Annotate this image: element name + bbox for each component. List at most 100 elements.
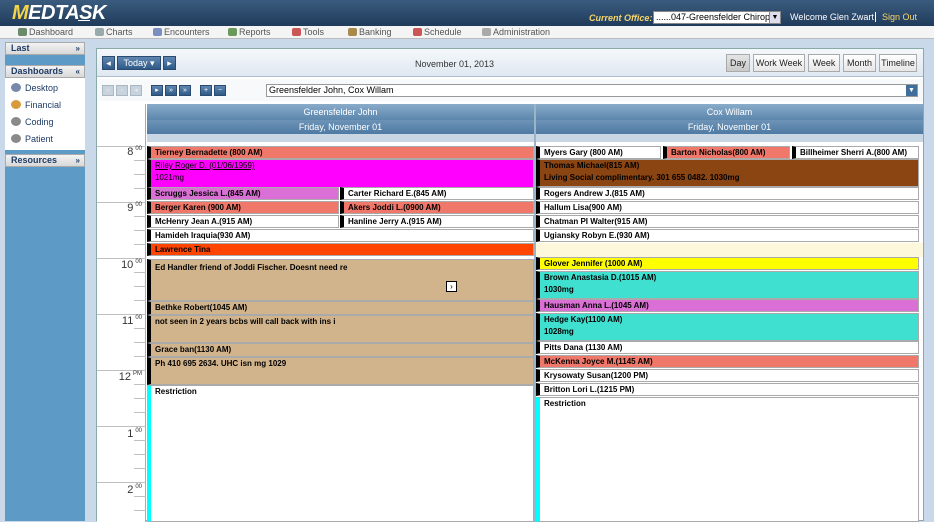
chevron-down-icon[interactable]: ▼	[906, 85, 917, 96]
hour-line	[97, 426, 146, 427]
menu-schedule[interactable]: Schedule	[413, 27, 462, 37]
menu-dashboard[interactable]: Dashboard	[18, 27, 73, 37]
tick	[134, 230, 146, 231]
sidebar-item-coding[interactable]: Coding	[5, 114, 85, 131]
add-icon[interactable]: +	[200, 85, 212, 96]
appointment[interactable]: Pitts Dana (1130 AM)	[536, 341, 919, 354]
next-icon[interactable]: ▸	[151, 85, 163, 96]
appointment[interactable]: Hedge Kay(1100 AM) 1028mg	[536, 313, 919, 341]
current-office-label: Current Office:	[589, 13, 653, 23]
appointment[interactable]: Hausman Anna L.(1045 AM)	[536, 299, 919, 312]
empty-slot[interactable]	[536, 243, 923, 257]
appointment-title: Riley Roger D. (01/06/1959)	[155, 161, 255, 170]
sidebar-item-patient[interactable]: Patient	[5, 131, 85, 148]
appointment[interactable]: Barton Nicholas(800 AM)	[663, 146, 790, 159]
tools-icon	[292, 28, 301, 36]
appointment[interactable]: Bethke Robert(1045 AM)	[147, 301, 534, 315]
sidebar-item-financial[interactable]: Financial	[5, 97, 85, 114]
appointment[interactable]: Britton Lori L.(1215 PM)	[536, 383, 919, 396]
reports-icon	[228, 28, 237, 36]
sign-out-link[interactable]: Sign Out	[882, 12, 917, 22]
chevron-double-down-icon[interactable]: »	[76, 43, 80, 54]
appointment[interactable]: Akers Joddi L.(0900 AM)	[340, 201, 534, 214]
menu-reports[interactable]: Reports	[228, 27, 271, 37]
appointment[interactable]: Brown Anastasia D.(1015 AM) 1030mg	[536, 271, 919, 299]
appointment[interactable]: Krysowaty Susan(1200 PM)	[536, 369, 919, 382]
expand-icon[interactable]: ›	[446, 281, 457, 292]
appointment[interactable]: Thomas Michael(815 AM) Living Social comp…	[536, 159, 919, 187]
first-icon: «	[102, 85, 114, 96]
restriction-block[interactable]: Restriction	[536, 397, 919, 522]
medtask-logo[interactable]: MEDTASK	[12, 2, 106, 25]
banking-icon	[348, 28, 357, 36]
view-month-button[interactable]: Month	[843, 54, 876, 72]
appointment[interactable]: Carter Richard E.(845 AM)	[340, 187, 534, 200]
administration-icon	[482, 28, 491, 36]
appointment[interactable]: Myers Gary (800 AM)	[536, 146, 661, 159]
view-work-week-button[interactable]: Work Week	[753, 54, 805, 72]
appointment[interactable]: McHenry Jean A.(915 AM)	[147, 215, 339, 228]
next-day-button[interactable]: ▸	[163, 56, 176, 70]
tick	[134, 398, 146, 399]
time-label-2: 2 00	[127, 484, 142, 496]
chevron-double-up-icon[interactable]: «	[76, 66, 80, 77]
sidebar: Last» Dashboards « Desktop Financial Codi…	[5, 42, 85, 521]
time-column: 8 00 9 00 10 00 11 00 12 PM 1 00 2 00	[97, 104, 146, 522]
logo-underline	[78, 20, 90, 21]
tick	[134, 510, 146, 511]
time-label-1: 1 00	[127, 428, 142, 440]
appointment-note: 1021mg	[155, 173, 184, 182]
last-icon[interactable]: »	[179, 85, 191, 96]
sidebar-dashboards-header[interactable]: Dashboards «	[5, 65, 85, 78]
appointment[interactable]: Riley Roger D. (01/06/1959) 1021mg	[147, 159, 534, 187]
view-week-button[interactable]: Week	[808, 54, 840, 72]
appointment[interactable]: Ph 410 695 2634. UHC isn mg 1029	[147, 357, 534, 385]
appointment[interactable]: Ugiansky Robyn E.(930 AM)	[536, 229, 919, 242]
tick	[134, 468, 146, 469]
time-label-11: 11 00	[121, 315, 142, 327]
appointment[interactable]: Hanline Jerry A.(915 AM)	[340, 215, 534, 228]
time-label-10: 10 00	[121, 259, 142, 271]
current-office-select[interactable]: ......047-Greensfelder Chiropra ▼	[653, 11, 781, 24]
appointment[interactable]: Hallum Lisa(900 AM)	[536, 201, 919, 214]
provider-header-cox[interactable]: Cox Willam	[536, 104, 923, 120]
sidebar-last-header[interactable]: Last»	[5, 42, 85, 55]
time-label-9: 9 00	[127, 202, 142, 214]
sidebar-item-desktop[interactable]: Desktop	[5, 80, 85, 97]
menu-charts[interactable]: Charts	[95, 27, 133, 37]
desktop-icon	[11, 83, 21, 92]
appointment[interactable]: Billheimer Sherri A.(800 AM)	[792, 146, 919, 159]
day-header-col1: Friday, November 01	[147, 120, 534, 134]
appointment[interactable]: Lawrence Tina	[147, 243, 534, 256]
provider-select[interactable]: Greensfelder John, Cox Willam ▼	[266, 84, 918, 97]
appointment-note: Living Social complimentary. 301 655 048…	[544, 173, 740, 182]
chevron-double-down-icon[interactable]: »	[76, 155, 80, 166]
appointment[interactable]: Grace ban(1130 AM)	[147, 343, 534, 357]
appointment[interactable]: Hamideh Iraquia(930 AM)	[147, 229, 534, 242]
appointment[interactable]: Scruggs Jessica L.(845 AM)	[147, 187, 339, 200]
remove-icon[interactable]: −	[214, 85, 226, 96]
provider-header-greensfelder[interactable]: Greensfelder John	[147, 104, 534, 120]
appointment[interactable]: Berger Karen (900 AM)	[147, 201, 339, 214]
sidebar-resources-header[interactable]: Resources»	[5, 154, 85, 167]
appointment[interactable]: McKenna Joyce M.(1145 AM)	[536, 355, 919, 368]
menu-banking[interactable]: Banking	[348, 27, 392, 37]
appointment[interactable]: Rogers Andrew J.(815 AM)	[536, 187, 919, 200]
menu-tools[interactable]: Tools	[292, 27, 324, 37]
restriction-block[interactable]: Restriction	[147, 385, 534, 522]
appointment[interactable]: Chatman PI Walter(915 AM)	[536, 215, 919, 228]
appointment[interactable]: Glover Jennifer (1000 AM)	[536, 257, 919, 270]
view-day-button[interactable]: Day	[726, 54, 750, 72]
current-office-value: ......047-Greensfelder Chiropra	[656, 12, 779, 22]
chevron-down-icon[interactable]: ▼	[769, 12, 780, 23]
menu-administration[interactable]: Administration	[482, 27, 550, 37]
fast-forward-icon[interactable]: »	[165, 85, 177, 96]
appointment[interactable]: not seen in 2 years bcbs will call back …	[147, 315, 534, 343]
view-timeline-button[interactable]: Timeline	[879, 54, 917, 72]
today-button[interactable]: Today ▾	[117, 56, 161, 70]
menu-encounters[interactable]: Encounters	[153, 27, 210, 37]
prev-day-button[interactable]: ◂	[102, 56, 115, 70]
appointment[interactable]: Ed Handler friend of Joddi Fischer. Does…	[147, 259, 534, 301]
appointment[interactable]: Tierney Bernadette (800 AM)	[147, 146, 534, 159]
appointment-note: 1028mg	[544, 327, 574, 336]
